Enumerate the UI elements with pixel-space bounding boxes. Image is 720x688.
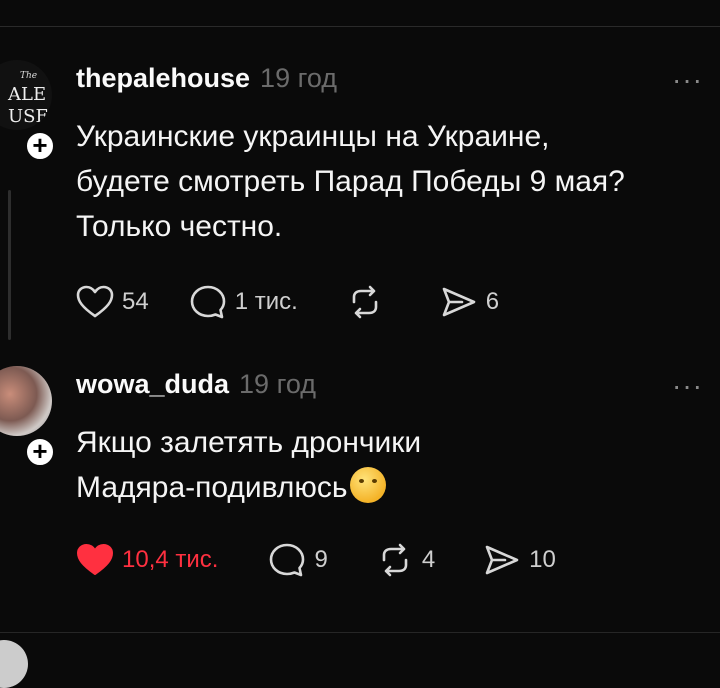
post-text: Украинские украинцы на Украине, будете с…: [76, 114, 706, 249]
like-count: 10,4 тис.: [122, 546, 219, 573]
share-count: 6: [485, 288, 500, 315]
action-bar: 10,4 тис. 9 4 10: [76, 540, 556, 580]
username[interactable]: thepalehouse 19 год: [76, 63, 337, 94]
repost-icon: [352, 285, 378, 319]
post-text-line: Мадяра-подивлюсь: [76, 465, 706, 510]
repost-count: 4: [421, 546, 436, 573]
share-count: 10: [529, 546, 556, 573]
more-options-icon[interactable]: ···: [672, 370, 703, 402]
share-button[interactable]: 6: [440, 284, 499, 320]
username[interactable]: wowa_duda 19 год: [76, 369, 316, 400]
like-button[interactable]: 54: [76, 285, 149, 319]
repost-button[interactable]: 4: [376, 542, 435, 578]
thread-line: [8, 190, 11, 340]
avatar-logo-line: The: [20, 71, 37, 81]
avatar[interactable]: [0, 366, 52, 436]
timestamp: 19 год: [260, 63, 338, 93]
timestamp: 19 год: [239, 369, 316, 399]
avatar[interactable]: The ALE USE: [0, 60, 52, 130]
bottom-divider: [0, 632, 720, 633]
post-text: Якщо залетять дрончики Мадяра-подивлюсь: [76, 420, 706, 510]
follow-plus-icon[interactable]: +: [24, 436, 56, 468]
post-text-line: Только честно.: [76, 210, 283, 243]
action-bar: 54 1 тис. 6: [76, 282, 499, 322]
heart-filled-icon: [77, 544, 113, 575]
share-icon: [442, 287, 476, 317]
repost-button[interactable]: [346, 284, 392, 320]
follow-plus-icon[interactable]: +: [24, 130, 56, 162]
avatar-logo-line: USE: [8, 106, 49, 127]
comment-count: 1 тис.: [234, 288, 298, 315]
repost-icon: [382, 543, 408, 577]
share-button[interactable]: 10: [483, 542, 556, 578]
comment-count: 9: [314, 546, 328, 573]
avatar-logo-line: ALE: [7, 84, 46, 105]
hand-over-mouth-emoji-icon: [349, 467, 386, 503]
post-text-line: будете смотреть Парад Победы 9 мая?: [76, 165, 625, 198]
comment-button[interactable]: 1 тис.: [189, 284, 298, 320]
post-text-line: Украинские украинцы на Украине,: [76, 120, 550, 153]
comment-icon: [270, 543, 305, 577]
more-options-icon[interactable]: ···: [672, 64, 703, 96]
comment-icon: [190, 285, 226, 319]
like-button[interactable]: 10,4 тис.: [76, 543, 218, 577]
share-icon: [485, 545, 519, 575]
like-count: 54: [122, 288, 149, 315]
next-post-avatar[interactable]: [0, 640, 28, 688]
comment-button[interactable]: 9: [268, 542, 328, 578]
top-divider: [0, 26, 720, 27]
heart-icon: [76, 285, 114, 318]
post-text-line: Якщо залетять дрончики: [76, 426, 422, 459]
